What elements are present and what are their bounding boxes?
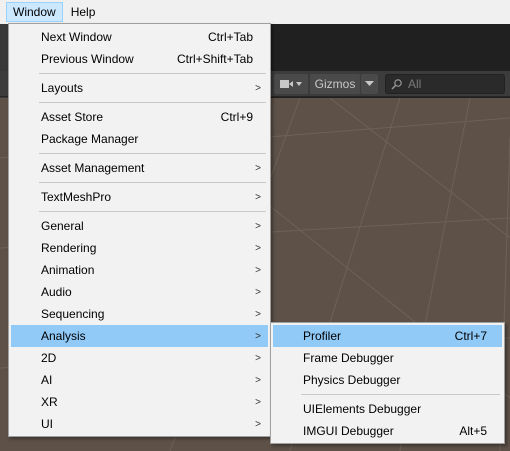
menu-item-label: XR: [41, 395, 58, 409]
camera-icon: [280, 80, 302, 88]
menu-item-label: IMGUI Debugger: [303, 424, 394, 438]
menu-item-ai[interactable]: AI >: [11, 369, 268, 391]
menu-separator: [301, 394, 500, 395]
menu-item-general[interactable]: General >: [11, 215, 268, 237]
menu-item-ui[interactable]: UI >: [11, 413, 268, 435]
menu-item-xr[interactable]: XR >: [11, 391, 268, 413]
chevron-right-icon: >: [255, 162, 261, 174]
chevron-right-icon: >: [255, 82, 261, 94]
camera-dropdown[interactable]: [274, 74, 308, 94]
menu-separator: [39, 211, 266, 212]
menu-item-sequencing[interactable]: Sequencing >: [11, 303, 268, 325]
menu-item-asset-management[interactable]: Asset Management >: [11, 157, 268, 179]
chevron-right-icon: >: [255, 264, 261, 276]
chevron-right-icon: >: [255, 352, 261, 364]
menu-item-label: Next Window: [41, 30, 112, 44]
menu-item-label: Package Manager: [41, 132, 139, 146]
menu-item-label: Animation: [41, 263, 95, 277]
menu-item-shortcut: Ctrl+Tab: [207, 30, 253, 44]
menu-item-label: UIElements Debugger: [303, 402, 422, 416]
menu-item-label: Frame Debugger: [303, 351, 394, 365]
menu-item-frame-debugger[interactable]: Frame Debugger: [273, 347, 502, 369]
menu-item-textmeshpro[interactable]: TextMeshPro >: [11, 186, 268, 208]
menu-item-label: Asset Store: [41, 110, 104, 124]
chevron-right-icon: >: [255, 220, 261, 232]
search-placeholder: All: [408, 77, 422, 91]
menu-item-label: AI: [41, 373, 53, 387]
gizmos-dropdown[interactable]: [361, 74, 378, 94]
chevron-right-icon: >: [255, 242, 261, 254]
menu-item-label: UI: [41, 417, 53, 431]
menu-item-label: Rendering: [41, 241, 97, 255]
menu-item-asset-store[interactable]: Asset Store Ctrl+9: [11, 106, 268, 128]
menu-item-physics-debugger[interactable]: Physics Debugger: [273, 369, 502, 391]
menu-bar: Window Help: [0, 0, 510, 24]
menu-item-2d[interactable]: 2D >: [11, 347, 268, 369]
menu-item-label: Sequencing: [41, 307, 105, 321]
chevron-right-icon: >: [255, 286, 261, 298]
menu-item-audio[interactable]: Audio >: [11, 281, 268, 303]
menu-item-label: 2D: [41, 351, 57, 365]
menu-item-package-manager[interactable]: Package Manager: [11, 128, 268, 150]
menu-item-label: General: [41, 219, 84, 233]
menu-item-imgui-debugger[interactable]: IMGUI Debugger Alt+5: [273, 420, 502, 442]
menu-item-shortcut: Alt+5: [459, 424, 487, 438]
menu-item-rendering[interactable]: Rendering >: [11, 237, 268, 259]
menu-separator: [39, 102, 266, 103]
chevron-right-icon: >: [255, 374, 261, 386]
menubar-help[interactable]: Help: [65, 2, 102, 22]
chevron-down-icon: [365, 81, 374, 86]
menubar-window[interactable]: Window: [6, 2, 63, 22]
menu-item-label: TextMeshPro: [41, 190, 112, 204]
menu-item-animation[interactable]: Animation >: [11, 259, 268, 281]
menu-item-shortcut: Ctrl+Shift+Tab: [176, 52, 253, 66]
menu-item-next-window[interactable]: Next Window Ctrl+Tab: [11, 26, 268, 48]
gizmos-button[interactable]: Gizmos: [310, 74, 360, 94]
chevron-right-icon: >: [255, 396, 261, 408]
menu-item-profiler[interactable]: Profiler Ctrl+7: [273, 325, 502, 347]
chevron-right-icon: >: [255, 308, 261, 320]
chevron-right-icon: >: [255, 191, 261, 203]
menu-item-previous-window[interactable]: Previous Window Ctrl+Shift+Tab: [11, 48, 268, 70]
chevron-right-icon: >: [255, 418, 261, 430]
analysis-submenu: Profiler Ctrl+7 Frame Debugger Physics D…: [270, 322, 505, 444]
search-icon: [391, 79, 402, 90]
menu-item-label: Physics Debugger: [303, 373, 401, 387]
menu-item-label: Previous Window: [41, 52, 134, 66]
menu-item-shortcut: Ctrl+9: [220, 110, 253, 124]
menu-item-label: Audio: [41, 285, 72, 299]
menu-item-label: Analysis: [41, 329, 86, 343]
menu-item-label: Layouts: [41, 81, 84, 95]
menu-separator: [39, 73, 266, 74]
window-menu: Next Window Ctrl+Tab Previous Window Ctr…: [8, 23, 271, 437]
scene-search-input[interactable]: All: [385, 74, 505, 94]
menu-item-uielements-debugger[interactable]: UIElements Debugger: [273, 398, 502, 420]
menu-item-analysis[interactable]: Analysis >: [11, 325, 268, 347]
menu-separator: [39, 153, 266, 154]
chevron-right-icon: >: [255, 330, 261, 342]
menu-item-shortcut: Ctrl+7: [454, 329, 487, 343]
menu-separator: [39, 182, 266, 183]
menu-item-label: Profiler: [303, 329, 342, 343]
menu-item-label: Asset Management: [41, 161, 145, 175]
menu-item-layouts[interactable]: Layouts >: [11, 77, 268, 99]
